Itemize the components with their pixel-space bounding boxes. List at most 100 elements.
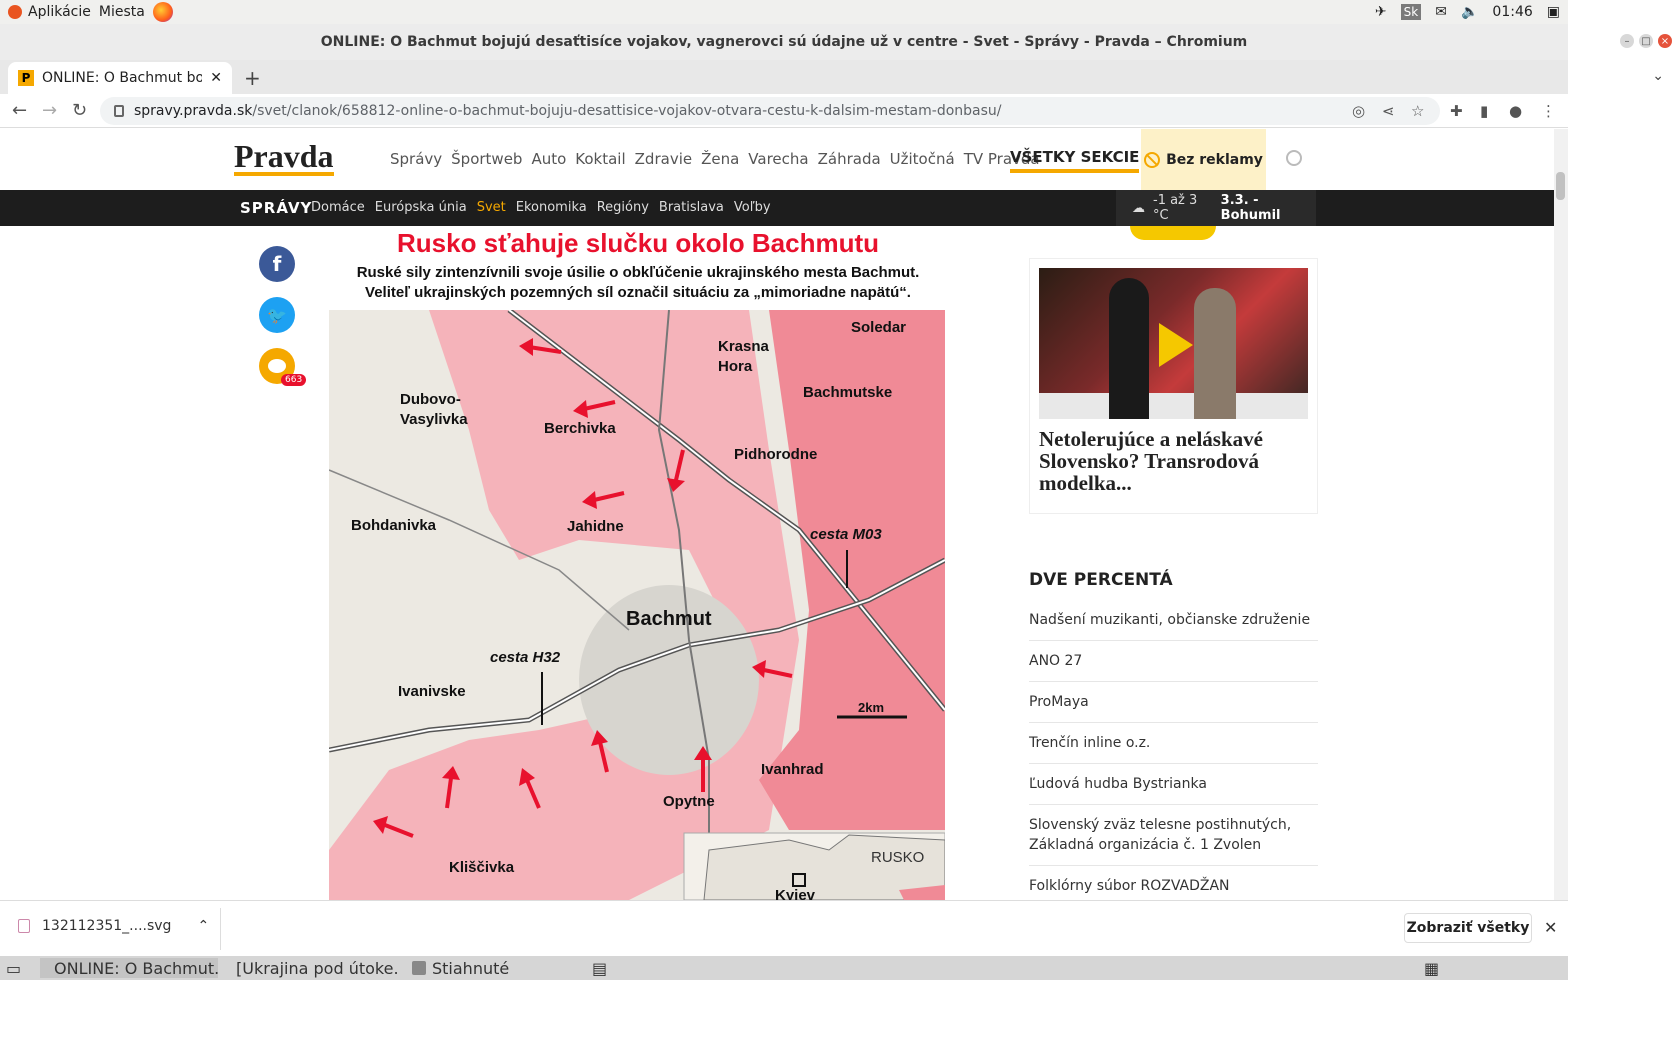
- firefox-launcher[interactable]: [152, 2, 173, 22]
- label-berchivka: Berchivka: [544, 420, 616, 437]
- play-icon[interactable]: [1159, 323, 1193, 367]
- label-jahidne: Jahidne: [567, 518, 624, 535]
- tab-strip: [0, 60, 1568, 94]
- taskbar-item-downloads[interactable]: Stiahnuté: [404, 958, 582, 978]
- nav-varecha[interactable]: Varecha: [748, 150, 808, 168]
- user-menu-icon[interactable]: ▣: [1547, 4, 1560, 20]
- list-item[interactable]: Ľudová hudba Bystrianka: [1029, 764, 1318, 805]
- scrollbar-thumb[interactable]: [1556, 172, 1565, 200]
- new-tab-button[interactable]: +: [244, 66, 261, 90]
- downloads-bar: [0, 900, 1568, 956]
- taskbar-item-label: [Ukrajina pod útoke...: [236, 958, 400, 978]
- label-hora: Hora: [718, 358, 753, 375]
- tab-search-chevron-icon[interactable]: ⌄: [1652, 68, 1664, 84]
- taskbar-item-firefox[interactable]: [Ukrajina pod útoke...: [222, 958, 400, 978]
- subnav-regiony[interactable]: Regióny: [597, 200, 649, 215]
- promo-title[interactable]: Netolerujúce a neláskavé Slovensko? Tran…: [1039, 428, 1309, 494]
- reload-button[interactable]: ↻: [72, 100, 87, 121]
- chevron-up-icon[interactable]: ⌃: [197, 918, 209, 934]
- nav-spravy[interactable]: Správy: [390, 150, 442, 168]
- clock[interactable]: 01:46: [1492, 4, 1532, 20]
- subnav-ekonomika[interactable]: Ekonomika: [516, 200, 587, 215]
- taskbar-item-chromium[interactable]: ONLINE: O Bachmut...: [40, 958, 218, 978]
- nav-koktail[interactable]: Koktail: [575, 150, 625, 168]
- close-tab-icon[interactable]: ✕: [210, 70, 222, 86]
- label-road-m03: cesta M03: [810, 526, 882, 543]
- facebook-icon: f: [272, 252, 282, 276]
- search-icon[interactable]: [1286, 150, 1302, 166]
- label-opytne: Opytne: [663, 793, 715, 810]
- show-desktop-icon[interactable]: ▭: [6, 958, 21, 978]
- side-panel-icon[interactable]: ▮: [1480, 102, 1488, 120]
- window-title-bar: ONLINE: O Bachmut bojujú desaťtisíce voj…: [0, 24, 1568, 60]
- browser-menu-icon[interactable]: ⋮: [1541, 102, 1556, 120]
- list-item[interactable]: Slovenský zväz telesne postihnutých, Zák…: [1029, 805, 1318, 866]
- profile-icon[interactable]: ●: [1509, 102, 1522, 120]
- twitter-share-button[interactable]: 🐦: [259, 297, 295, 333]
- list-item[interactable]: ANO 27: [1029, 641, 1318, 682]
- downloads-divider: [220, 908, 221, 950]
- address-bar[interactable]: spravy.pravda.sk /svet/clanok/658812-onl…: [100, 97, 1440, 125]
- nav-auto[interactable]: Auto: [531, 150, 566, 168]
- mail-icon[interactable]: ✉: [1435, 4, 1447, 20]
- no-ads-button[interactable]: Bez reklamy: [1141, 129, 1266, 190]
- volume-icon[interactable]: 🔈: [1461, 4, 1478, 20]
- tracking-eye-icon[interactable]: ◎: [1352, 102, 1365, 120]
- window-controls: – □ ×: [1620, 34, 1672, 48]
- nav-zdravie[interactable]: Zdravie: [635, 150, 692, 168]
- lock-icon: [114, 105, 124, 117]
- workspace-switcher-icon[interactable]: ▦: [1424, 958, 1439, 978]
- bookmark-star-icon[interactable]: ☆: [1411, 102, 1424, 120]
- close-downloads-bar-icon[interactable]: ✕: [1544, 918, 1557, 937]
- weather-widget[interactable]: ☁ -1 až 3 °C 3.3. - Bohumil: [1116, 190, 1316, 226]
- network-icon[interactable]: ✈: [1375, 4, 1387, 20]
- taskbar-item-document-icon[interactable]: ▤: [592, 958, 607, 978]
- extensions-icon[interactable]: ✚: [1450, 102, 1463, 120]
- download-filename: 132112351_....svg: [42, 918, 172, 934]
- close-window-button[interactable]: ×: [1658, 34, 1672, 48]
- taskbar-item-label: ONLINE: O Bachmut...: [54, 958, 218, 978]
- label-bohdanivka: Bohdanivka: [351, 517, 437, 534]
- label-pidhorodne: Pidhorodne: [734, 446, 818, 463]
- subnav-europska-unia[interactable]: Európska únia: [375, 200, 467, 215]
- thumbnail-person: [1194, 288, 1236, 419]
- tab-active[interactable]: P ONLINE: O Bachmut bojujú ✕: [8, 62, 232, 94]
- list-item[interactable]: Trenčín inline o.z.: [1029, 723, 1318, 764]
- maximize-button[interactable]: □: [1639, 34, 1653, 48]
- subnav-svet[interactable]: Svet: [477, 200, 506, 215]
- nav-zahrada[interactable]: Záhrada: [818, 150, 881, 168]
- forward-button[interactable]: →: [42, 100, 57, 121]
- facebook-share-button[interactable]: f: [259, 246, 295, 282]
- promo-video-thumbnail[interactable]: [1039, 268, 1308, 419]
- page-scrollbar[interactable]: [1554, 129, 1568, 900]
- pravda-logo[interactable]: Pravda: [234, 140, 334, 176]
- subnav-volby[interactable]: Voľby: [734, 200, 771, 215]
- label-kliscivka: Kliščivka: [449, 859, 515, 876]
- minimize-button[interactable]: –: [1620, 34, 1634, 48]
- places-menu[interactable]: Miesta: [99, 4, 145, 20]
- os-top-bar: Aplikácie Miesta ✈ Sk ✉ 🔈 01:46 ▣: [0, 0, 1568, 24]
- applications-label: Aplikácie: [28, 4, 91, 20]
- show-all-downloads-button[interactable]: Zobraziť všetky: [1404, 913, 1532, 943]
- share-icon[interactable]: ⋖: [1382, 102, 1395, 120]
- comment-icon: [268, 359, 286, 373]
- all-sections-button[interactable]: VŠETKY SEKCIE: [1010, 148, 1140, 173]
- list-item[interactable]: ProMaya: [1029, 682, 1318, 723]
- section-title[interactable]: SPRÁVY: [240, 199, 312, 217]
- back-button[interactable]: ←: [12, 100, 27, 121]
- nav-zena[interactable]: Žena: [701, 150, 739, 168]
- bachmut-map[interactable]: Soledar Krasna Hora Bachmutske Dubovo- V…: [329, 310, 945, 900]
- download-item[interactable]: 132112351_....svg ⌃: [18, 918, 209, 934]
- svg-file-icon: [18, 919, 30, 933]
- keyboard-layout[interactable]: Sk: [1400, 4, 1422, 20]
- list-item[interactable]: Nadšení muzikanti, občianske združenie: [1029, 600, 1318, 641]
- figure-subtitle-line-2: Veliteľ ukrajinských pozemných síl označ…: [365, 284, 911, 301]
- subnav-bratislava[interactable]: Bratislava: [659, 200, 724, 215]
- nav-sportweb[interactable]: Športweb: [451, 150, 522, 168]
- label-ivanivske: Ivanivske: [398, 683, 466, 700]
- label-dubovo: Dubovo-: [400, 391, 461, 408]
- applications-menu[interactable]: Aplikácie: [8, 4, 91, 20]
- nav-uzitocna[interactable]: Užitočná: [890, 150, 955, 168]
- label-inset-kyiv: Kyjev: [775, 887, 816, 900]
- subnav-domace[interactable]: Domáce: [311, 200, 365, 215]
